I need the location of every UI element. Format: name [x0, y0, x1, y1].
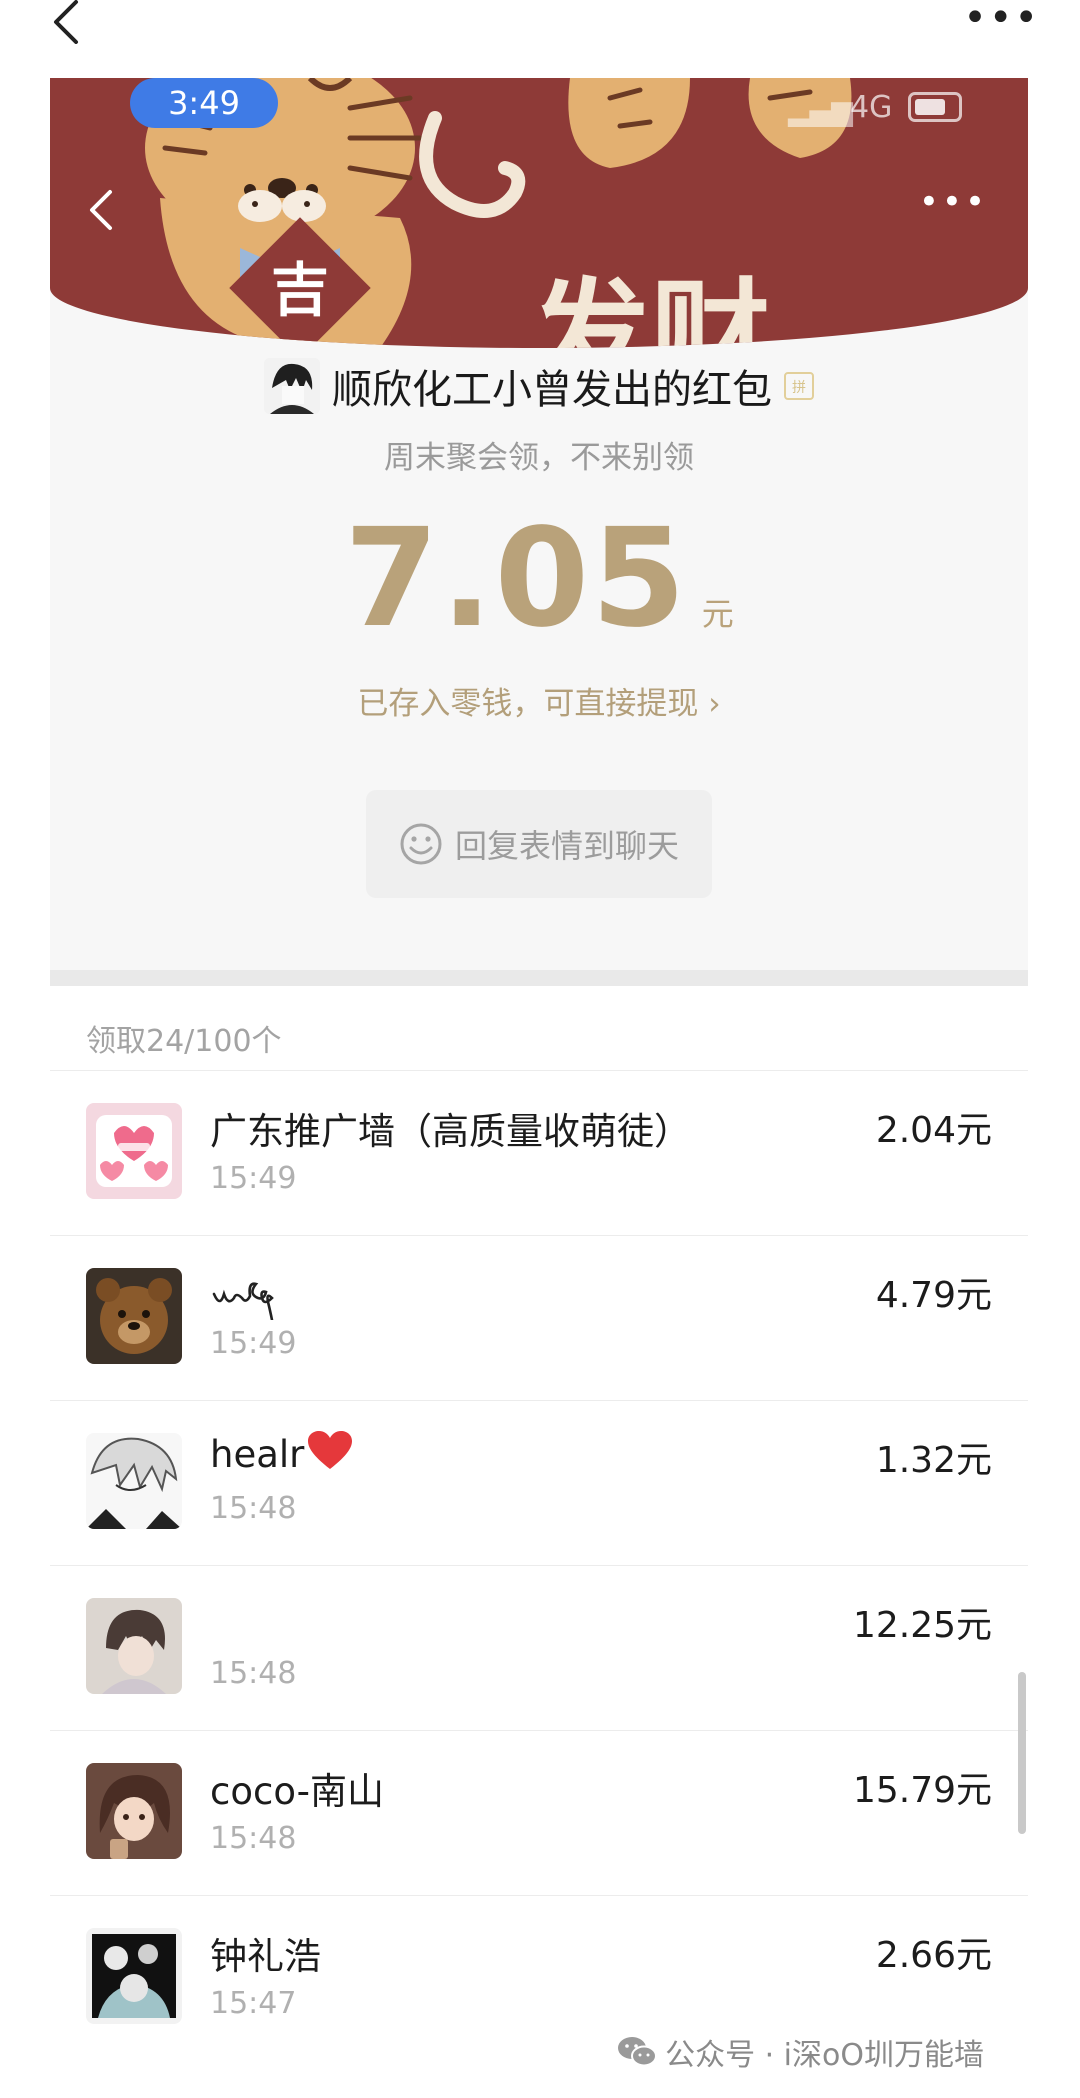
watermark-text: 公众号 · i深oO圳万能墙: [665, 2038, 984, 2073]
reply-label: 回复表情到聊天: [454, 827, 679, 865]
claim-row[interactable]: healr 15:48 1.32元: [50, 1400, 1028, 1565]
blessing-text: 周末聚会领，不来别领: [384, 440, 694, 476]
more-icon[interactable]: •••: [919, 185, 988, 219]
claim-time: 15:49: [210, 1326, 297, 1361]
received-amount: 7.05 元: [50, 500, 1028, 658]
claim-row[interactable]: 15:49 4.79元: [50, 1235, 1028, 1400]
banner-headline: 发财: [530, 268, 770, 348]
avatar[interactable]: [86, 1268, 182, 1364]
reply-sticker-button[interactable]: 回复表情到聊天: [366, 790, 712, 898]
sender-header: 顺欣化工小曾发出的红包 拼: [50, 356, 1028, 416]
back-icon[interactable]: [86, 188, 116, 232]
more-options-icon[interactable]: •••: [963, 0, 1040, 38]
red-packet-detail-screen: 吉 发财 3:49 ▂▄▆ 4G ••• 顺欣化工小曾发出的红包 拼 周末聚会领…: [50, 78, 1028, 2098]
stamp-char: 吉: [271, 256, 329, 324]
pin-group-icon: 拼: [784, 372, 814, 400]
avatar[interactable]: [86, 1433, 182, 1529]
claim-amount: 2.66元: [875, 1935, 992, 1976]
claim-row[interactable]: coco-南山 15:48 15.79元: [50, 1730, 1028, 1895]
claim-amount: 12.25元: [852, 1605, 992, 1646]
claim-amount: 4.79元: [875, 1275, 992, 1316]
claim-time: 15:48: [210, 1821, 297, 1856]
network-type: 4G: [850, 90, 893, 125]
article-header: •••: [0, 0, 1080, 78]
scrollbar[interactable]: [1018, 1672, 1026, 1834]
claimer-name: 广东推广墙（高质量收萌徒）: [210, 1110, 691, 1153]
claim-row[interactable]: 15:48 12.25元: [50, 1565, 1028, 1730]
avatar[interactable]: [86, 1928, 182, 2024]
avatar[interactable]: [86, 1103, 182, 1199]
claim-time: 15:49: [210, 1161, 297, 1196]
smile-icon: [400, 823, 442, 865]
heart-icon: [308, 1431, 353, 1469]
claim-row[interactable]: 广东推广墙（高质量收萌徒） 15:49 2.04元: [50, 1070, 1028, 1235]
watermark: 公众号 · i深oO圳万能墙: [611, 2028, 990, 2076]
avatar[interactable]: [86, 1598, 182, 1694]
claimer-name-text: healr: [210, 1433, 305, 1476]
claim-count: 领取24/100个: [86, 1024, 282, 1059]
change-wallet-link[interactable]: 已存入零钱，可直接提现 ›: [50, 678, 1028, 723]
claimer-name: coco-南山: [210, 1770, 384, 1813]
claim-time: 15:48: [210, 1656, 297, 1691]
sender-title: 顺欣化工小曾发出的红包: [332, 367, 772, 413]
claimer-name: healr: [210, 1431, 353, 1476]
battery-icon: [908, 92, 962, 122]
amount-value: 7.05: [344, 500, 688, 658]
amount-unit: 元: [701, 595, 734, 633]
claim-time: 15:47: [210, 1986, 297, 2021]
back-arrow-icon[interactable]: [46, 0, 86, 44]
sender-avatar[interactable]: [264, 358, 320, 414]
section-divider: [50, 970, 1028, 986]
claim-rows: 广东推广墙（高质量收萌徒） 15:49 2.04元 15:49 4.79元 he…: [50, 1070, 1028, 2060]
claims-list: 领取24/100个 广东推广墙（高质量收萌徒） 15:49 2.04元 15:4…: [50, 986, 1028, 2098]
claim-amount: 1.32元: [875, 1440, 992, 1481]
claim-time: 15:48: [210, 1491, 297, 1526]
wechat-icon: [618, 2037, 658, 2067]
red-packet-banner: 吉 发财 3:49 ▂▄▆ 4G •••: [50, 78, 1028, 348]
status-time: 3:49: [130, 78, 278, 128]
avatar[interactable]: [86, 1763, 182, 1859]
handwritten-nickname-icon: [212, 1282, 274, 1320]
claim-amount: 15.79元: [852, 1770, 992, 1811]
signal-icon: ▂▄▆: [788, 94, 853, 127]
claimer-name: 钟礼浩: [210, 1935, 321, 1978]
claim-amount: 2.04元: [875, 1110, 992, 1151]
